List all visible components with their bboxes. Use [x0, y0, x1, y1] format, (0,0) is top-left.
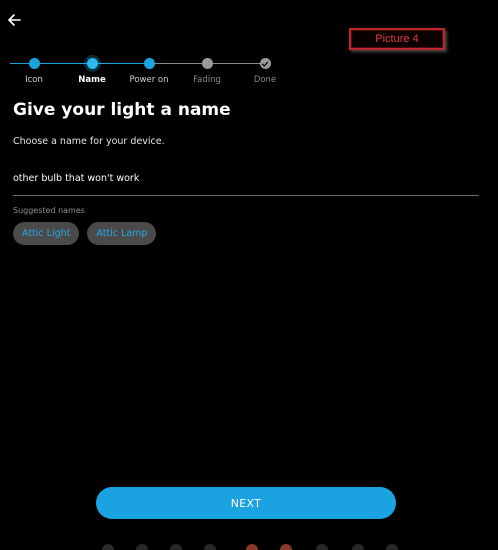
device-name-input[interactable]	[13, 170, 479, 196]
next-button[interactable]: NEXT	[96, 487, 396, 519]
step-label: Name	[78, 75, 106, 85]
page-title: Give your light a name	[13, 100, 231, 120]
step-label: Fading	[193, 75, 221, 85]
step-power-on[interactable]: Power on	[119, 55, 179, 85]
step-dot	[259, 58, 271, 69]
picture-label: Picture 4	[349, 28, 445, 50]
step-dot	[143, 58, 155, 69]
suggestion-chip-attic-lamp[interactable]: Attic Lamp	[87, 222, 157, 245]
arrow-left-icon	[8, 14, 21, 26]
suggested-names-list: Attic Light Attic Lamp	[13, 222, 157, 245]
step-icon[interactable]: Icon	[4, 55, 64, 85]
page-subtitle: Choose a name for your device.	[13, 136, 165, 147]
step-label: Power on	[129, 75, 169, 85]
step-done: Done	[235, 55, 295, 85]
bottom-mark	[352, 544, 364, 550]
step-label: Done	[253, 75, 277, 85]
bottom-mark	[136, 544, 148, 550]
bottom-mark	[246, 544, 258, 550]
step-dot	[28, 58, 40, 69]
step-label: Icon	[25, 75, 43, 85]
step-dot-current	[86, 58, 98, 69]
bottom-mark	[170, 544, 182, 550]
bottom-mark	[386, 544, 398, 550]
step-name[interactable]: Name	[62, 55, 122, 85]
suggestion-chip-attic-light[interactable]: Attic Light	[13, 222, 80, 245]
bottom-mark	[204, 544, 216, 550]
check-icon	[261, 61, 269, 67]
step-fading: Fading	[177, 55, 237, 85]
bottom-mark	[280, 544, 292, 550]
bottom-mark	[316, 544, 328, 550]
bottom-decoration	[96, 544, 406, 550]
suggested-names-label: Suggested names	[13, 206, 85, 215]
step-dot	[201, 58, 213, 69]
back-button[interactable]	[4, 10, 24, 30]
bottom-mark	[102, 544, 114, 550]
setup-stepper: Icon Name Power on Fading Done	[0, 55, 300, 87]
